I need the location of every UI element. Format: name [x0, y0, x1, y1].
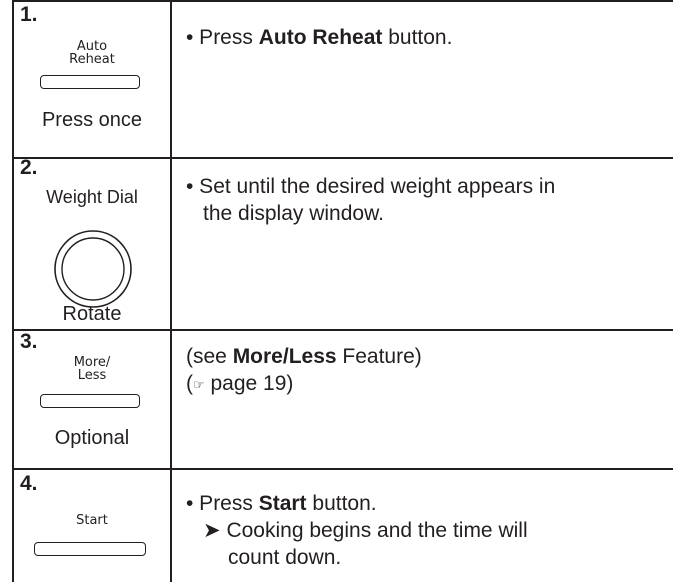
step-3-text-bold: More/Less [232, 345, 337, 368]
step-1-text-bold: Auto Reheat [258, 26, 383, 49]
more-less-button-label-line2: Less [77, 368, 107, 383]
step-1-description-cell: • Press Auto Reheat button. [172, 2, 673, 157]
step-number: 3. [20, 330, 38, 353]
step-2-text-line1: • Set until the desired weight appears i… [186, 175, 556, 198]
step-1-text-prefix: • Press [186, 26, 259, 49]
step-2-text-line2: the display window. [203, 202, 384, 225]
step-3-text-line1: (see More/Less Feature) [186, 343, 665, 370]
step-3-description-cell: (see More/Less Feature) (☞ page 19) [172, 329, 673, 468]
step-4-text-bold: Start [258, 492, 307, 515]
step-2-control-cell: 2. Weight Dial Rotate [12, 155, 172, 329]
ref-page-text: page 19) [204, 372, 294, 395]
weight-dial-label: Weight Dial [46, 187, 138, 207]
step-3-description: (see More/Less Feature) (☞ page 19) [186, 343, 665, 398]
step-action-label: Press once [41, 109, 143, 131]
step-action-label: Rotate [62, 303, 122, 325]
step-row-4: 4. Start • Press Start button. ➤ Cooking… [12, 468, 673, 582]
step-number: 1. [20, 3, 38, 26]
step-4-sub-text-line1: Cooking begins and the time will [220, 519, 528, 542]
instruction-steps-table: 1. Auto Reheat Press once • Press Auto R… [12, 0, 673, 582]
start-button-label: Start [76, 513, 108, 528]
step-4-sub-line1: ➤ Cooking begins and the time will [186, 517, 665, 544]
step-2-description-cell: • Set until the desired weight appears i… [172, 155, 673, 329]
auto-reheat-button-label-line2: Reheat [69, 52, 115, 67]
step-4-text-line1: • Press Start button. [186, 490, 665, 517]
start-button-icon [34, 542, 146, 556]
step-1-text-suffix: button. [382, 26, 453, 49]
step-number: 4. [20, 472, 38, 495]
step-3-control-cell: 3. More/ Less Optional [12, 329, 172, 468]
step-4-description-cell: • Press Start button. ➤ Cooking begins a… [172, 468, 673, 582]
step-4-description: • Press Start button. ➤ Cooking begins a… [186, 490, 665, 571]
step-1-description: • Press Auto Reheat button. [186, 24, 665, 51]
auto-reheat-button-icon [40, 75, 140, 89]
step-3-page-reference: (☞ page 19) [186, 370, 665, 398]
more-less-button-icon [40, 394, 140, 408]
step-4-text-prefix: • Press [186, 492, 259, 515]
arrow-right-icon: ➤ [203, 519, 221, 542]
step-1-control-cell: 1. Auto Reheat Press once [12, 2, 172, 157]
step-row-2: 2. Weight Dial Rotate • Set until the de… [12, 155, 673, 331]
step-action-label: Optional [54, 427, 130, 449]
ref-open-paren: ( [186, 372, 193, 395]
pointing-hand-icon: ☞ [193, 377, 205, 392]
step-row-1: 1. Auto Reheat Press once • Press Auto R… [12, 0, 673, 159]
weight-dial-icon [54, 230, 132, 308]
step-4-text-suffix: button. [306, 492, 377, 515]
step-4-control-cell: 4. Start [12, 468, 172, 582]
step-4-sub-text-line2: count down. [228, 546, 342, 569]
step-2-description: • Set until the desired weight appears i… [186, 173, 665, 227]
step-number: 2. [20, 156, 38, 179]
step-3-text-suffix: Feature) [336, 345, 422, 368]
step-3-text-prefix: (see [186, 345, 233, 368]
step-row-3: 3. More/ Less Optional (see More/Less Fe… [12, 329, 673, 470]
